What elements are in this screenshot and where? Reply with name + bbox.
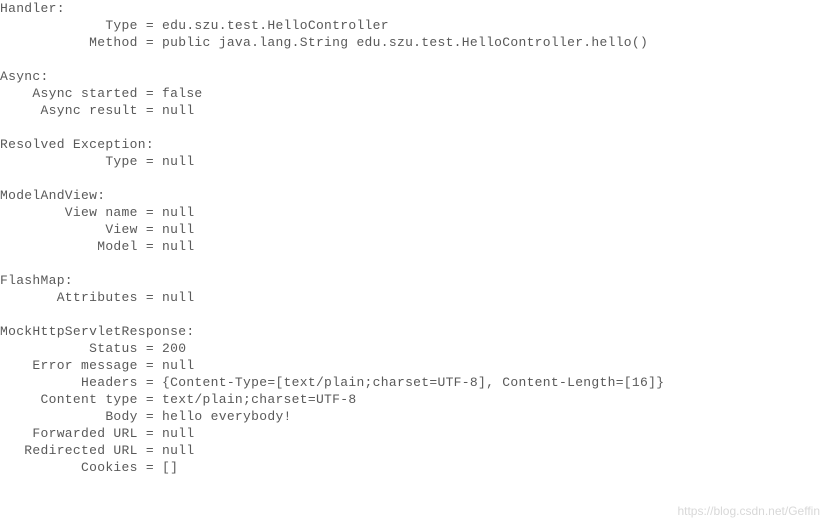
log-output: Handler: Type = edu.szu.test.HelloContro… [0, 0, 828, 476]
watermark-text: https://blog.csdn.net/Geffin [677, 503, 820, 520]
